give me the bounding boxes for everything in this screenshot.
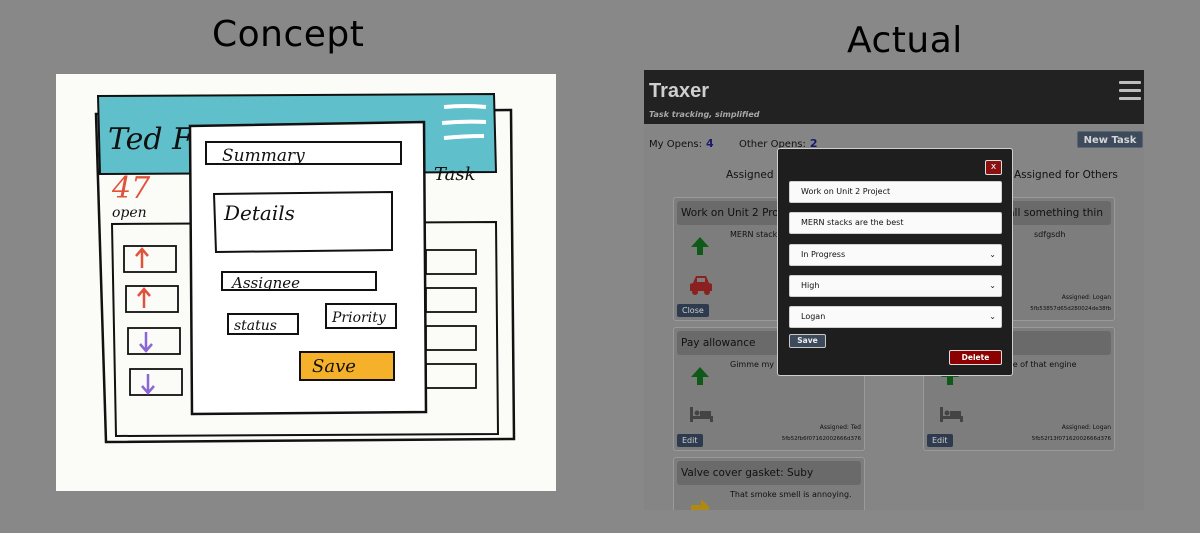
sketch-assignee: Assignee [230, 274, 300, 292]
up-arrow-icon [691, 367, 709, 385]
new-task-button[interactable]: New Task [1077, 131, 1143, 148]
priority-select-value: High [801, 281, 820, 290]
task-card[interactable]: Valve cover gasket: Suby That smoke smel… [673, 457, 865, 510]
card-id: 5fb53857d65d280024de38fb [1030, 306, 1111, 312]
app-window: Traxer Task tracking, simplified My Open… [644, 70, 1144, 510]
my-opens-label: My Opens: [649, 139, 703, 150]
card-assigned: Assigned: Ted [819, 424, 861, 431]
actual-heading: Actual [847, 20, 963, 61]
card-id: 5fb52fb6f07162002666d376 [781, 436, 861, 442]
status-select[interactable]: In Progress ⌄ [789, 244, 1002, 266]
top-bar: Traxer Task tracking, simplified [644, 70, 1144, 124]
concept-heading: Concept [212, 14, 365, 55]
assignee-select[interactable]: Logan ⌄ [789, 306, 1002, 328]
chevron-down-icon: ⌄ [989, 281, 996, 290]
sketch-count-label: open [112, 205, 147, 221]
brand-tagline: Task tracking, simplified [649, 110, 760, 119]
card-assigned: Assigned: Logan [1061, 424, 1111, 431]
status-select-value: In Progress [801, 250, 846, 259]
chevron-down-icon: ⌄ [989, 312, 996, 321]
priority-select[interactable]: High ⌄ [789, 275, 1002, 297]
card-description: sdfgsdh [1034, 230, 1066, 239]
brand-title[interactable]: Traxer [649, 80, 709, 103]
bed-icon [690, 407, 713, 422]
card-description: That smoke smell is annoying. [730, 490, 852, 499]
chevron-down-icon: ⌄ [989, 250, 996, 259]
concept-sketch: Ted Fe 47 open Task Summary Details Assi… [56, 74, 556, 491]
sketch-details: Details [223, 201, 295, 225]
edit-task-button[interactable]: Edit [677, 434, 703, 447]
delete-button[interactable]: Delete [949, 350, 1002, 365]
edit-task-modal: x Work on Unit 2 Project MERN stacks are… [777, 148, 1013, 376]
sketch-save: Save [312, 356, 356, 377]
card-id: 5fb52f13f07162002666d376 [1031, 436, 1111, 442]
sketch-task-label: Task [434, 164, 475, 185]
hamburger-menu-icon[interactable] [1119, 81, 1141, 101]
my-opens-count: 4 [706, 137, 714, 150]
right-arrow-icon [691, 499, 710, 510]
my-opens: My Opens: 4 [649, 137, 714, 150]
bed-icon [940, 407, 963, 422]
car-icon [690, 276, 712, 295]
save-button[interactable]: Save [789, 334, 826, 348]
assignee-select-value: Logan [801, 312, 826, 321]
column-assigned-for-others: Assigned for Others [1014, 169, 1118, 181]
edit-task-button[interactable]: Edit [927, 434, 953, 447]
sketch-count: 47 [111, 171, 151, 206]
sketch-priority: Priority [331, 310, 387, 326]
summary-input[interactable]: Work on Unit 2 Project [789, 181, 1002, 203]
details-input[interactable]: MERN stacks are the best [789, 212, 1002, 234]
card-title: Valve cover gasket: Suby [677, 461, 861, 485]
card-assigned: Assigned: Logan [1061, 294, 1111, 301]
sketch-status: status [234, 318, 277, 334]
close-task-button[interactable]: Close [677, 304, 709, 317]
sketch-summary: Summary [222, 146, 305, 166]
modal-close-button[interactable]: x [985, 160, 1002, 175]
up-arrow-icon [691, 237, 709, 255]
